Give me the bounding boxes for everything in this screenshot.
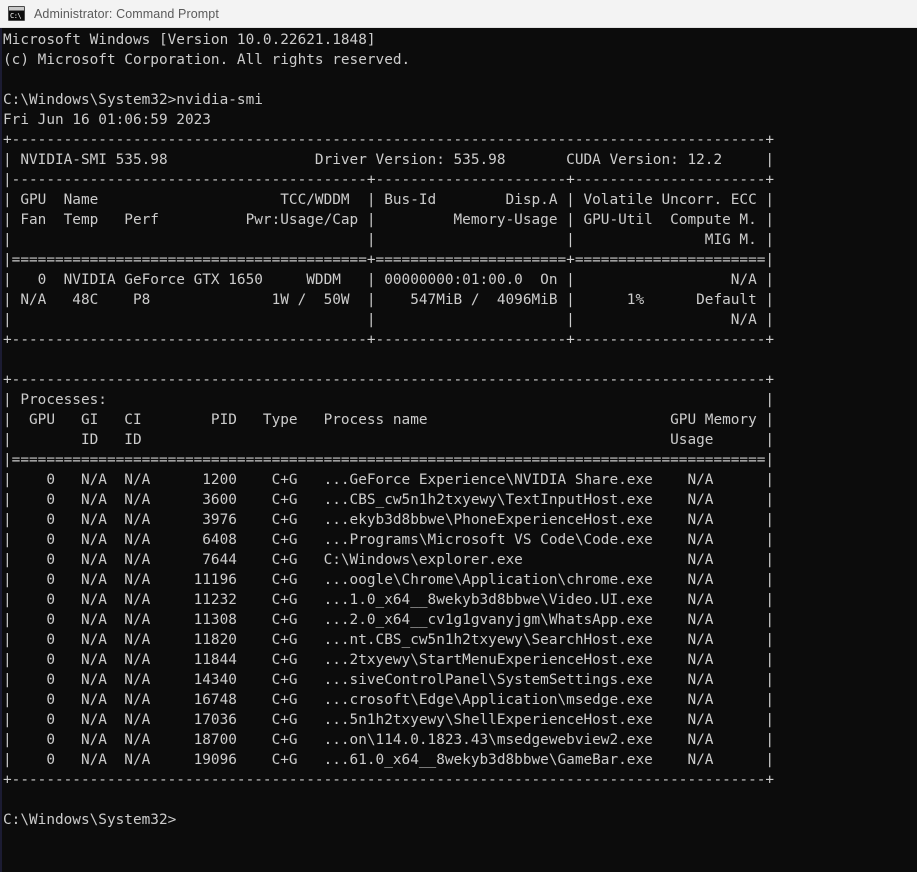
window-title-bar[interactable]: C:\ Administrator: Command Prompt	[0, 0, 917, 28]
console-surface[interactable]: Microsoft Windows [Version 10.0.22621.18…	[0, 28, 917, 872]
console-left-border	[0, 28, 2, 872]
cmd-console-icon: C:\	[8, 6, 25, 21]
console-output-text: Microsoft Windows [Version 10.0.22621.18…	[3, 32, 775, 828]
window-title: Administrator: Command Prompt	[34, 6, 219, 21]
cmd-icon-glyph-text: C:\	[9, 11, 24, 20]
